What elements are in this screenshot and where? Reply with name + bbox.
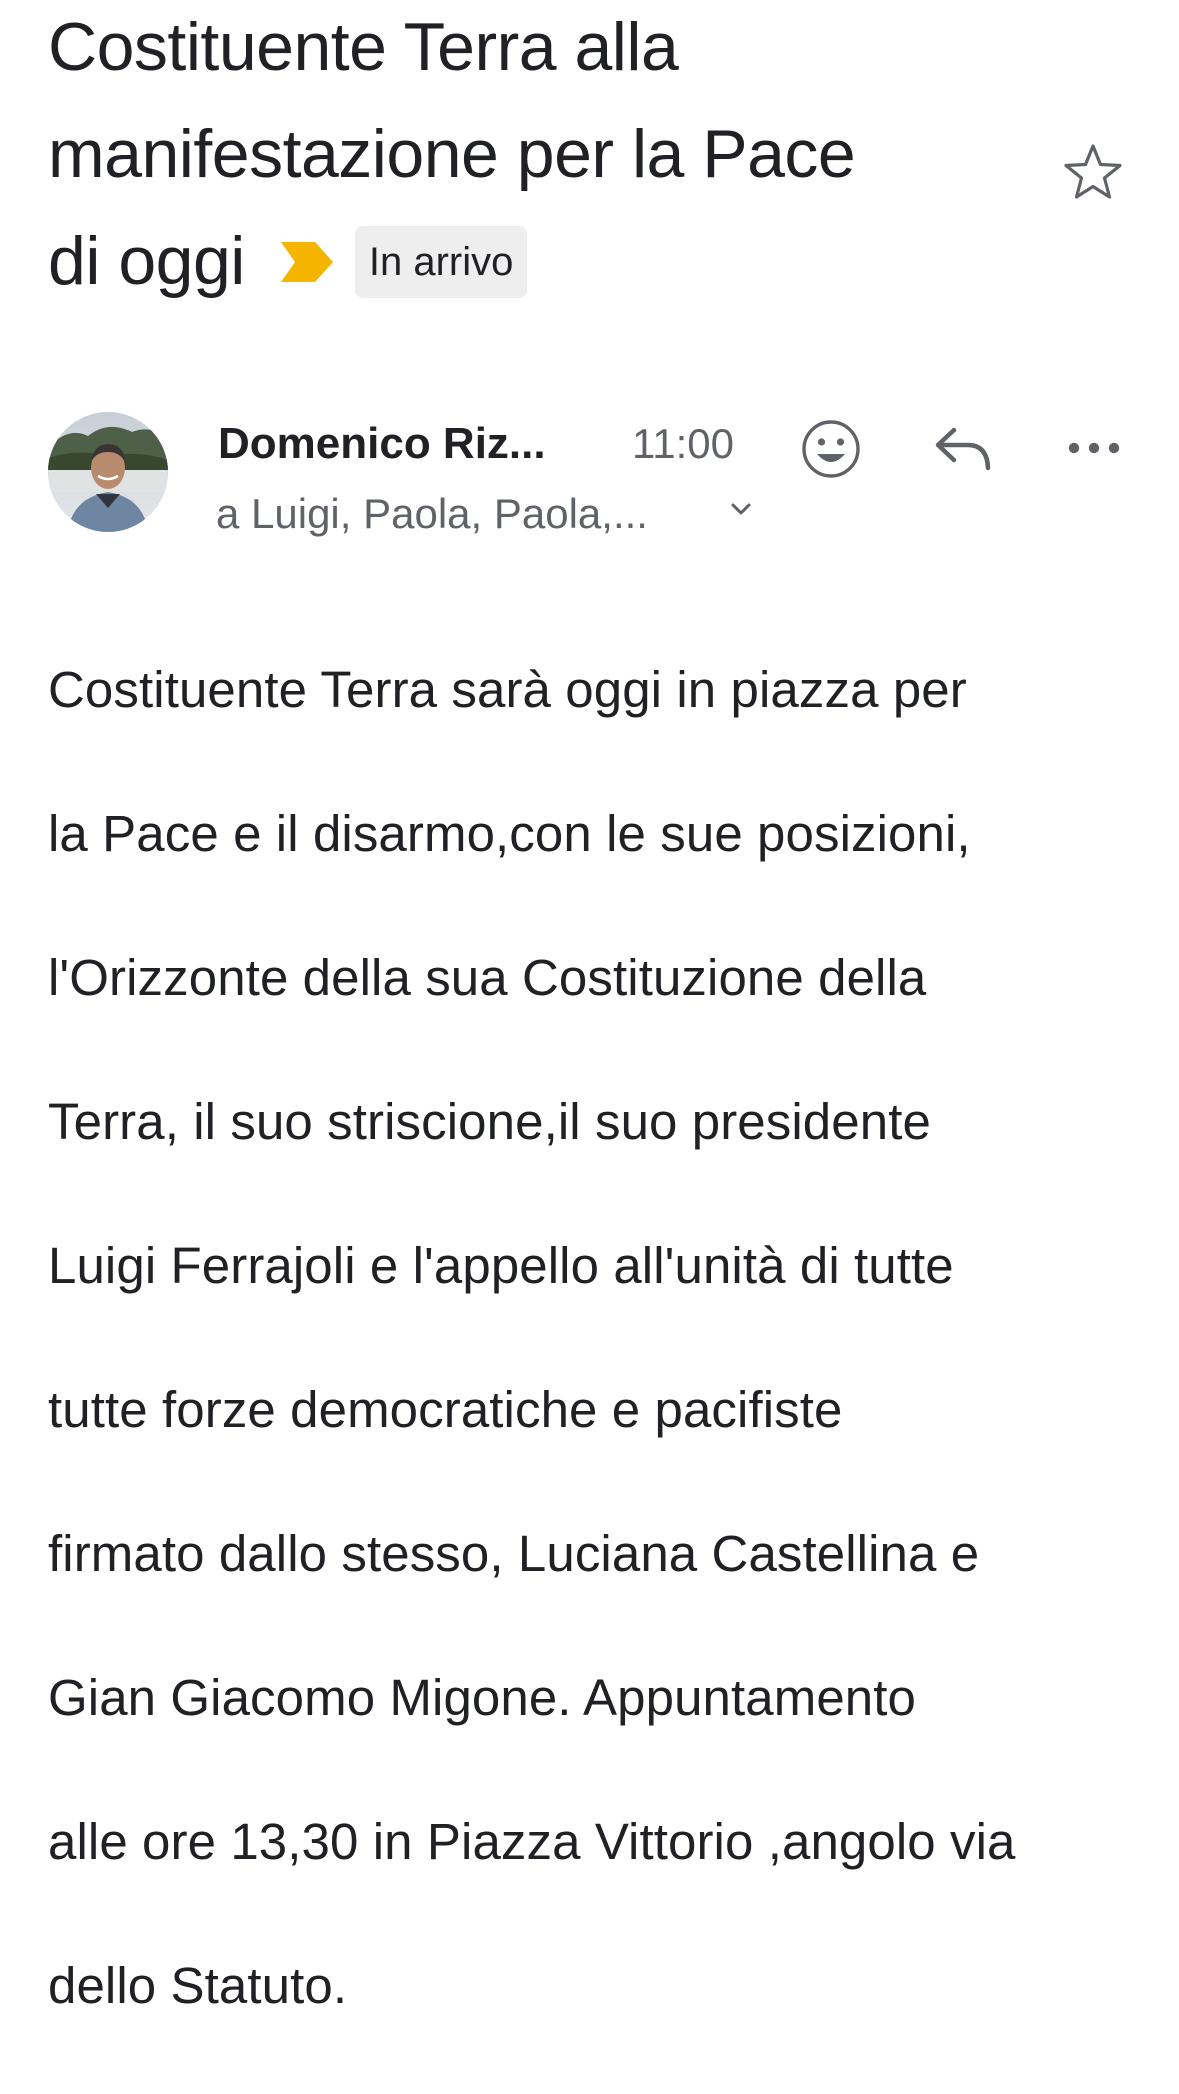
more-horizontal-icon[interactable] [1066,432,1122,464]
message-time: 11:00 [632,420,734,467]
body-line: la Pace e il disarmo,con le sue posizion… [48,805,971,862]
star-outline-icon[interactable] [1062,142,1124,202]
chevron-down-icon[interactable] [726,496,756,522]
reply-icon[interactable] [932,424,994,474]
message-body: Costituente Terra sarà oggi in piazza pe… [48,582,1158,2094]
body-line: Luigi Ferrajoli e l'appello all'unità di… [48,1237,954,1294]
body-line: Terra, il suo striscione,il suo presiden… [48,1093,931,1150]
recipients-summary[interactable]: a Luigi, Paola, Paola,... [216,486,648,542]
email-subject: Costituente Terra alla manifestazione pe… [48,0,1028,315]
body-line: dello Statuto. [48,1957,348,2014]
add-emoji-icon[interactable] [800,418,862,480]
avatar-photo [48,412,168,532]
subject-line-3-row: di oggi In arrivo [48,208,528,315]
body-line: Gian Giacomo Migone. Appuntamento [48,1669,916,1726]
body-line: l'Orizzonte della sua Costituzione della [48,949,927,1006]
sender-name[interactable]: Domenico Riz... [218,416,546,472]
subject-line-1: Costituente Terra alla [48,9,679,85]
sender-avatar[interactable] [48,412,168,532]
inbox-label-chip[interactable]: In arrivo [354,225,528,298]
subject-line-3: di oggi [48,223,245,299]
body-line: firmato dallo stesso, Luciana Castellina… [48,1525,980,1582]
importance-marker-icon[interactable] [280,241,333,282]
body-line: tutte forze democratiche e pacifiste [48,1381,843,1438]
subject-line-2: manifestazione per la Pace [48,116,856,192]
body-line: Costituente Terra sarà oggi in piazza pe… [48,661,967,718]
body-line: alle ore 13,30 in Piazza Vittorio ,angol… [48,1813,1016,1870]
